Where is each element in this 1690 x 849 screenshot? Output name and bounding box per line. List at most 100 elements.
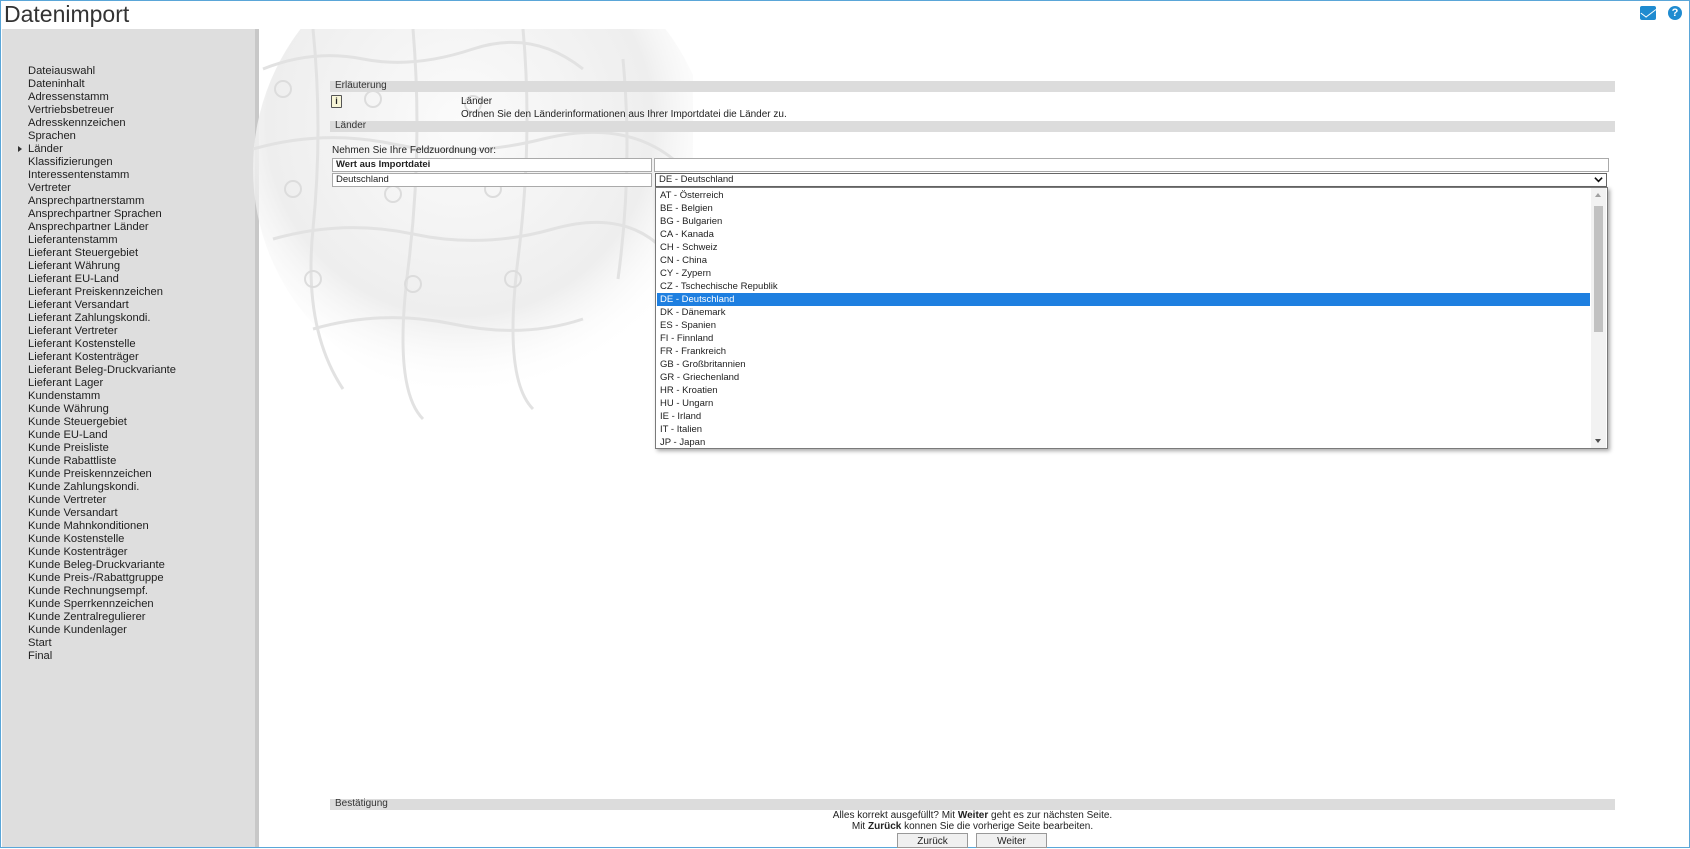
confirm-line-2: Mit Zurück konnen Sie die vorherige Seit… [330, 821, 1615, 832]
sidebar: Dateiauswahl Dateninhalt Adressenstamm Vert… [2, 29, 259, 847]
dropdown-option-8[interactable]: DE - Deutschland [657, 293, 1590, 306]
sidebar-item-45[interactable]: Final [28, 650, 176, 663]
sidebar-item-2[interactable]: Adressenstamm [28, 91, 176, 104]
sidebar-item-33[interactable]: Kunde Vertreter [28, 494, 176, 507]
sidebar-item-17[interactable]: Lieferant Preiskennzeichen [28, 286, 176, 299]
sidebar-item-15[interactable]: Lieferant Währung [28, 260, 176, 273]
import-value-cell: Deutschland [332, 173, 652, 187]
sidebar-item-16[interactable]: Lieferant EU-Land [28, 273, 176, 286]
sidebar-item-9[interactable]: Vertreter [28, 182, 176, 195]
section-header: Länder [330, 121, 1615, 132]
sidebar-item-40[interactable]: Kunde Rechnungsempf. [28, 585, 176, 598]
sidebar-item-4[interactable]: Adresskennzeichen [28, 117, 176, 130]
scroll-thumb[interactable] [1594, 206, 1603, 332]
sidebar-item-13[interactable]: Lieferantenstamm [28, 234, 176, 247]
sidebar-item-0[interactable]: Dateiauswahl [28, 65, 176, 78]
sidebar-item-31[interactable]: Kunde Preiskennzeichen [28, 468, 176, 481]
sidebar-item-3[interactable]: Vertriebsbetreuer [28, 104, 176, 117]
mapping-instruction: Nehmen Sie Ihre Feldzuordnung vor: [332, 145, 496, 156]
sidebar-item-32[interactable]: Kunde Zahlungskondi. [28, 481, 176, 494]
explanation-header: Erläuterung [330, 81, 1615, 92]
sidebar-item-21[interactable]: Lieferant Kostenstelle [28, 338, 176, 351]
dropdown-option-10[interactable]: ES - Spanien [657, 319, 1590, 332]
dropdown-option-3[interactable]: CA - Kanada [657, 228, 1590, 241]
country-dropdown-list[interactable]: AT - Österreich BE - Belgien BG - Bulgarie… [655, 187, 1608, 449]
sidebar-item-24[interactable]: Lieferant Lager [28, 377, 176, 390]
sidebar-item-12[interactable]: Ansprechpartner Länder [28, 221, 176, 234]
sidebar-item-7[interactable]: Klassifizierungen [28, 156, 176, 169]
info-icon: i [331, 95, 342, 108]
sidebar-item-38[interactable]: Kunde Beleg-Druckvariante [28, 559, 176, 572]
sidebar-item-18[interactable]: Lieferant Versandart [28, 299, 176, 312]
chevron-down-icon [1594, 177, 1603, 183]
dropdown-option-1[interactable]: BE - Belgien [657, 202, 1590, 215]
dropdown-scrollbar[interactable] [1591, 188, 1606, 448]
dropdown-option-13[interactable]: GB - Großbritannien [657, 358, 1590, 371]
dropdown-option-9[interactable]: DK - Dänemark [657, 306, 1590, 319]
dropdown-option-6[interactable]: CY - Zypern [657, 267, 1590, 280]
dropdown-option-12[interactable]: FR - Frankreich [657, 345, 1590, 358]
sidebar-item-8[interactable]: Interessentenstamm [28, 169, 176, 182]
scroll-down-arrow-icon[interactable] [1595, 439, 1601, 443]
explanation-title: Länder [461, 96, 493, 107]
sidebar-item-28[interactable]: Kunde EU-Land [28, 429, 176, 442]
country-select-value: DE - Deutschland [659, 174, 734, 185]
next-button[interactable]: Weiter [976, 833, 1047, 848]
sidebar-item-14[interactable]: Lieferant Steuergebiet [28, 247, 176, 260]
sidebar-item-23[interactable]: Lieferant Beleg-Druckvariante [28, 364, 176, 377]
dropdown-option-19[interactable]: JP - Japan [657, 436, 1590, 448]
sidebar-item-10[interactable]: Ansprechpartnerstamm [28, 195, 176, 208]
column-header-target [654, 158, 1609, 172]
sidebar-item-30[interactable]: Kunde Rabattliste [28, 455, 176, 468]
top-icons: ? [1640, 6, 1682, 20]
sidebar-item-26[interactable]: Kunde Währung [28, 403, 176, 416]
dropdown-option-16[interactable]: HU - Ungarn [657, 397, 1590, 410]
back-button[interactable]: Zurück [897, 833, 968, 848]
sidebar-item-22[interactable]: Lieferant Kostenträger [28, 351, 176, 364]
sidebar-item-27[interactable]: Kunde Steuergebiet [28, 416, 176, 429]
country-select[interactable]: DE - Deutschland [655, 173, 1607, 187]
sidebar-item-25[interactable]: Kundenstamm [28, 390, 176, 403]
dropdown-option-4[interactable]: CH - Schweiz [657, 241, 1590, 254]
dropdown-option-18[interactable]: IT - Italien [657, 423, 1590, 436]
confirm-line-2-a: Mit [851, 821, 868, 832]
sidebar-item-41[interactable]: Kunde Sperrkennzeichen [28, 598, 176, 611]
confirm-line-1-a: Alles korrekt ausgefüllt? Mit [832, 810, 958, 821]
confirm-header: Bestätigung [330, 799, 1615, 810]
confirm-line-1: Alles korrekt ausgefüllt? Mit Weiter geh… [330, 810, 1615, 821]
dropdown-option-14[interactable]: GR - Griechenland [657, 371, 1590, 384]
sidebar-item-35[interactable]: Kunde Mahnkonditionen [28, 520, 176, 533]
sidebar-item-6[interactable]: Länder [18, 143, 176, 156]
scroll-up-arrow-icon[interactable] [1595, 193, 1601, 197]
dropdown-option-17[interactable]: IE - Irland [657, 410, 1590, 423]
sidebar-item-42[interactable]: Kunde Zentralregulierer [28, 611, 176, 624]
sidebar-item-39[interactable]: Kunde Preis-/Rabattgruppe [28, 572, 176, 585]
nav-list: Dateiauswahl Dateninhalt Adressenstamm Vert… [18, 65, 176, 663]
mail-icon[interactable] [1640, 6, 1656, 20]
sidebar-item-36[interactable]: Kunde Kostenstelle [28, 533, 176, 546]
confirm-line-2-c: konnen Sie die vorherige Seite bearbeite… [901, 821, 1094, 832]
dropdown-option-11[interactable]: FI - Finnland [657, 332, 1590, 345]
help-icon[interactable]: ? [1668, 6, 1682, 20]
confirm-line-1-b: Weiter [957, 810, 989, 821]
sidebar-item-44[interactable]: Start [28, 637, 176, 650]
dropdown-option-7[interactable]: CZ - Tschechische Republik [657, 280, 1590, 293]
sidebar-item-1[interactable]: Dateninhalt [28, 78, 176, 91]
sidebar-item-20[interactable]: Lieferant Vertreter [28, 325, 176, 338]
dropdown-option-0[interactable]: AT - Österreich [657, 189, 1590, 202]
app-title: Datenimport [4, 1, 130, 27]
confirm-line-2-b: Zurück [867, 821, 902, 832]
sidebar-item-5[interactable]: Sprachen [28, 130, 176, 143]
column-header-import-value: Wert aus Importdatei [332, 158, 652, 172]
dropdown-option-5[interactable]: CN - China [657, 254, 1590, 267]
confirm-line-1-c: geht es zur nächsten Seite. [988, 810, 1113, 821]
explanation-text: Ordnen Sie den Länderinformationen aus I… [461, 109, 787, 120]
sidebar-item-37[interactable]: Kunde Kostenträger [28, 546, 176, 559]
sidebar-item-29[interactable]: Kunde Preisliste [28, 442, 176, 455]
sidebar-item-19[interactable]: Lieferant Zahlungskondi. [28, 312, 176, 325]
sidebar-item-43[interactable]: Kunde Kundenlager [28, 624, 176, 637]
sidebar-item-11[interactable]: Ansprechpartner Sprachen [28, 208, 176, 221]
dropdown-option-2[interactable]: BG - Bulgarien [657, 215, 1590, 228]
dropdown-option-15[interactable]: HR - Kroatien [657, 384, 1590, 397]
sidebar-item-34[interactable]: Kunde Versandart [28, 507, 176, 520]
